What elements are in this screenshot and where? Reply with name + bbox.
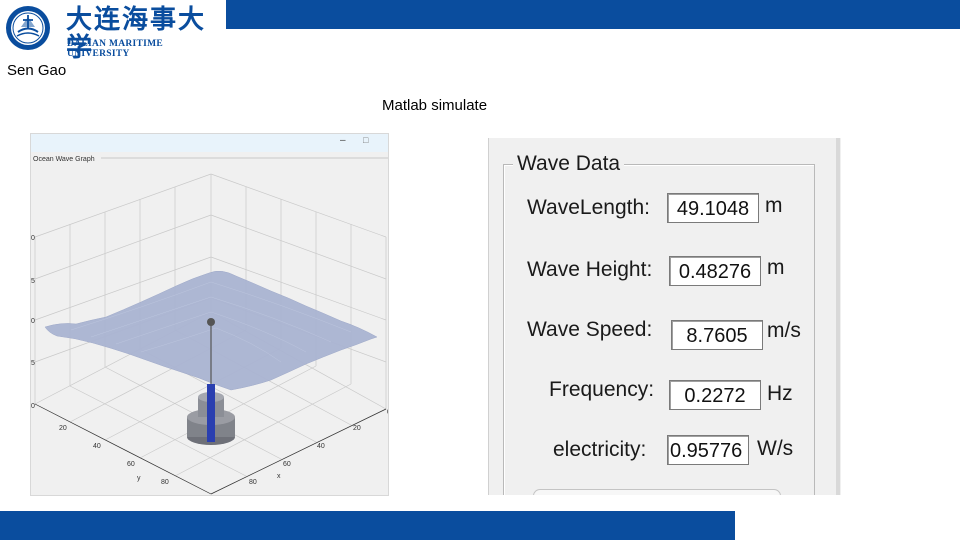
panel-button[interactable]	[533, 489, 781, 495]
ocean-wave-plot: Ocean Wave Graph 0 5 0 5 0 20 40 60 80 y…	[31, 152, 389, 495]
z-tick-label: 5	[31, 360, 35, 367]
x-tick-label: 40	[317, 443, 325, 450]
electricity-label: electricity:	[553, 438, 647, 461]
x-tick-label: 20	[353, 425, 361, 432]
wave-data-panel: Wave Data WaveLength: 49.1048 m Wave Hei…	[488, 138, 841, 495]
panel-scroll-edge	[836, 138, 840, 495]
x-tick-label: 80	[249, 479, 257, 486]
x-tick-label: 60	[283, 461, 291, 468]
y-tick-label: 40	[93, 443, 101, 450]
wave-speed-unit: m/s	[767, 319, 801, 342]
y-tick-label: 20	[59, 425, 67, 432]
wave-height-field[interactable]: 0.48276	[669, 256, 761, 286]
z-tick-label: 5	[31, 278, 35, 285]
wave-height-label: Wave Height:	[527, 258, 653, 281]
axes-title: Ocean Wave Graph	[33, 156, 95, 163]
maximize-icon[interactable]: □	[363, 135, 368, 145]
y-tick-label: 80	[161, 479, 169, 486]
wave-height-unit: m	[767, 256, 785, 279]
wavelength-label: WaveLength:	[527, 196, 650, 219]
z-tick-label: 0	[31, 318, 35, 325]
frequency-label: Frequency:	[549, 378, 655, 401]
z-tick-label: 0	[31, 235, 35, 242]
frequency-field[interactable]: 0.2272	[669, 380, 761, 410]
wavelength-field[interactable]: 49.1048	[667, 193, 759, 223]
bottom-banner-bar	[0, 511, 735, 540]
university-logo: 大连海事大学 DALIAN MARITIME UNIVERSITY	[0, 0, 226, 62]
author-name: Sen Gao	[7, 62, 67, 79]
z-tick-label: 0	[31, 403, 35, 410]
x-tick-label: 0	[387, 409, 389, 416]
slide-caption: Matlab simulate	[382, 97, 488, 114]
university-seal-icon	[6, 6, 50, 50]
y-tick-label: 60	[127, 461, 135, 468]
minimize-icon[interactable]: –	[340, 135, 346, 146]
figure-title-bar: – □	[31, 134, 388, 152]
frequency-unit: Hz	[767, 382, 793, 405]
matlab-figure-window: – □ Ocean Wave Graph 0 5 0 5 0 20 40 60 …	[30, 133, 389, 496]
wave-data-title: Wave Data	[513, 152, 625, 176]
x-axis-label: x	[277, 473, 281, 480]
top-banner-bar	[226, 0, 960, 29]
wave-speed-field[interactable]: 8.7605	[671, 320, 763, 350]
university-name-english: DALIAN MARITIME UNIVERSITY	[67, 39, 164, 59]
electricity-field[interactable]: 0.95776	[667, 435, 749, 465]
wavelength-unit: m	[765, 194, 783, 217]
wave-speed-label: Wave Speed:	[527, 318, 653, 341]
electricity-unit: W/s	[757, 437, 794, 460]
y-axis-label: y	[137, 475, 141, 482]
